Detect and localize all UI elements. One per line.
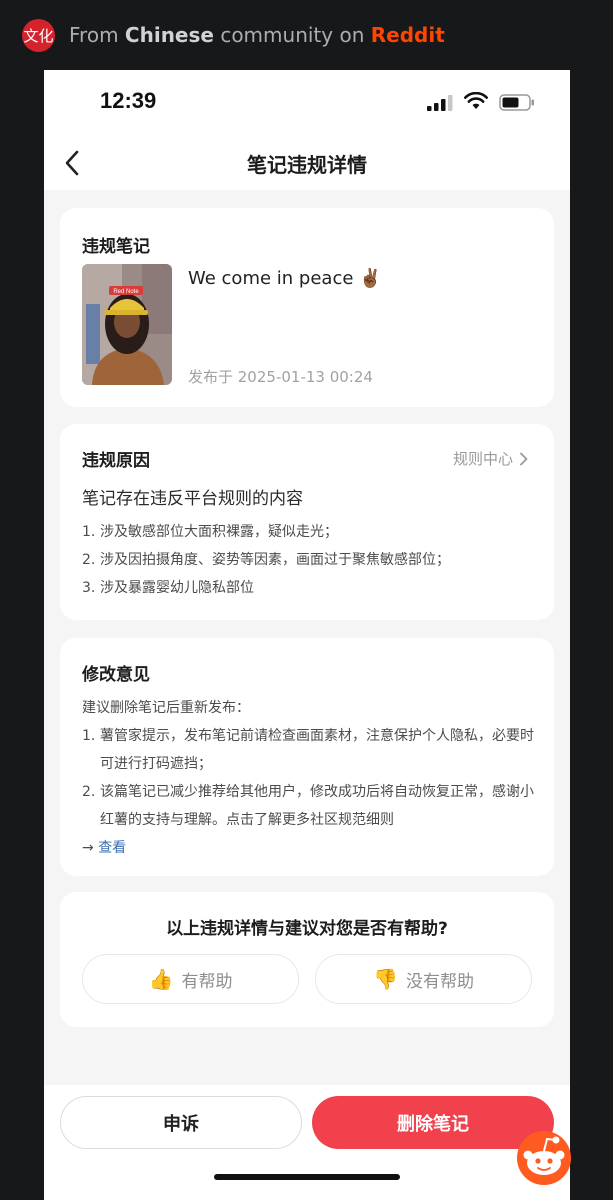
list-item: 2. 该篇笔记已减少推荐给其他用户，修改成功后将自动恢复正常，感谢小红薯的支持与理… <box>82 784 534 828</box>
page-title: 笔记违规详情 <box>247 153 367 177</box>
violation-reason-card: 违规原因 规则中心 笔记存在违反平台规则的内容 1. 涉及敏感部位大面积裸露，疑似… <box>60 424 554 620</box>
status-time: 12:39 <box>100 88 157 113</box>
list-item: 3. 涉及暴露婴幼儿隐私部位 <box>82 580 254 596</box>
thumbs-up-icon: 👍 <box>148 967 174 991</box>
nav-bar: 笔记违规详情 <box>44 136 570 190</box>
reason-headline: 笔记存在违反平台规则的内容 <box>82 489 303 509</box>
reddit-snoo-icon <box>517 1131 571 1185</box>
feedback-card: 以上违规详情与建议对您是否有帮助? 👍 有帮助 👎 没有帮助 <box>60 892 554 1027</box>
note-photo: Red Note <box>82 264 172 385</box>
phone-screen: 12:39 笔记违规详情 违规笔记 Red Note We come in pe… <box>44 70 570 1200</box>
helpful-button[interactable]: 👍 有帮助 <box>82 954 299 1004</box>
advice-list: 建议删除笔记后重新发布： 1. 薯管家提示，发布笔记前请检查画面素材，注意保护个人… <box>82 694 540 862</box>
feedback-question: 以上违规详情与建议对您是否有帮助? <box>166 919 448 939</box>
list-item: 1. 薯管家提示，发布笔记前请检查画面素材，注意保护个人隐私，必要时可进行打码遮挡… <box>82 728 534 772</box>
section-title: 修改意见 <box>82 665 150 685</box>
revision-advice-card: 修改意见 建议删除笔记后重新发布： 1. 薯管家提示，发布笔记前请检查画面素材，注… <box>60 638 554 876</box>
chevron-right-icon <box>520 452 528 465</box>
note-publish-date: 发布于 2025-01-13 00:24 <box>188 368 373 386</box>
appeal-button[interactable]: 申诉 <box>60 1096 302 1149</box>
list-item: 2. 涉及因拍摄角度、姿势等因素，画面过于聚焦敏感部位； <box>82 552 450 568</box>
source-caption: From Chinese community on Reddit <box>69 23 445 47</box>
note-title[interactable]: We come in peace ✌🏾 <box>188 268 382 289</box>
not-helpful-label: 没有帮助 <box>405 971 474 992</box>
view-link[interactable]: 查看 <box>98 840 126 856</box>
rules-center-label: 规则中心 <box>452 450 513 468</box>
bottom-action-bar: 申诉 删除笔记 <box>44 1085 570 1200</box>
battery-icon <box>499 94 534 111</box>
list-item: 1. 涉及敏感部位大面积裸露，疑似走光； <box>82 524 338 540</box>
thumbs-down-icon: 👎 <box>373 967 398 991</box>
home-indicator[interactable] <box>214 1174 400 1180</box>
note-thumbnail[interactable]: Red Note <box>82 264 172 385</box>
section-title: 违规笔记 <box>82 237 150 257</box>
not-helpful-button[interactable]: 👎 没有帮助 <box>315 954 532 1004</box>
community-logo: 文化 <box>22 18 55 52</box>
view-more-row: → 查看 <box>82 840 127 856</box>
helpful-label: 有帮助 <box>181 971 233 992</box>
wifi-icon <box>464 92 488 109</box>
thumb-label: Red Note <box>113 289 139 295</box>
section-title: 违规原因 <box>82 451 150 471</box>
status-bar: 12:39 <box>44 70 570 136</box>
reason-list: 1. 涉及敏感部位大面积裸露，疑似走光； 2. 涉及因拍摄角度、姿势等因素，画面过于… <box>82 518 450 602</box>
advice-intro: 建议删除笔记后重新发布： <box>82 700 250 716</box>
reddit-source-header: 文化 From Chinese community on Reddit <box>0 0 613 70</box>
violating-note-card: 违规笔记 Red Note We come in peace ✌🏾 发布于 20… <box>60 208 554 407</box>
cellular-signal-icon <box>427 95 453 111</box>
rules-center-link[interactable]: 规则中心 <box>453 448 528 469</box>
